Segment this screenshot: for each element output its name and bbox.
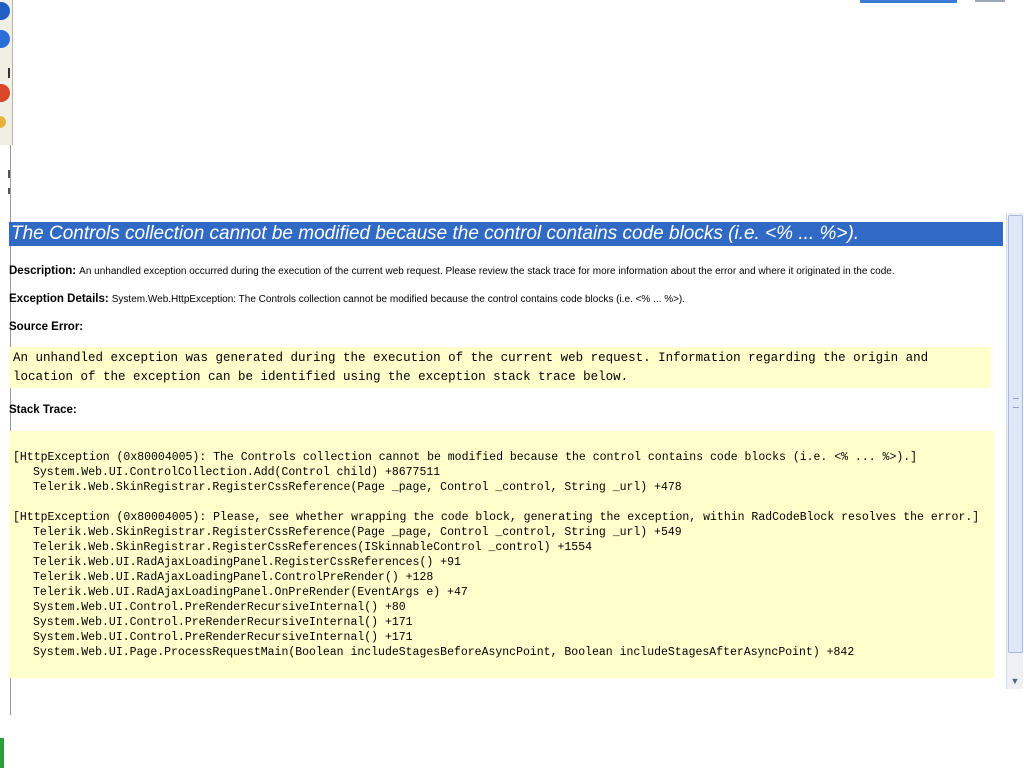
stack-frame: System.Web.UI.Control.PreRenderRecursive…: [33, 616, 413, 629]
error-title: The Controls collection cannot be modifi…: [9, 222, 1003, 246]
menu-edge-mark: [8, 68, 10, 78]
exception-details-label: Exception Details:: [9, 293, 109, 305]
stack-frame: Telerik.Web.UI.RadAjaxLoadingPanel.Regis…: [33, 556, 461, 569]
exception-details-line: Exception Details: System.Web.HttpExcept…: [9, 292, 685, 307]
sidebar-edge-mark-2: [8, 188, 10, 194]
stack-frame: System.Web.UI.Control.PreRenderRecursive…: [33, 601, 406, 614]
window-titlebar-fragment: [860, 0, 957, 3]
scroll-down-arrow-icon[interactable]: ▼: [1008, 674, 1022, 688]
description-line: Description: An unhandled exception occu…: [9, 264, 895, 279]
stack-trace-box: [HttpException (0x80004005): The Control…: [9, 431, 994, 678]
stack-frame: Telerik.Web.UI.RadAjaxLoadingPanel.Contr…: [33, 571, 434, 584]
stack-exception-header: [HttpException (0x80004005): Please, see…: [13, 511, 980, 524]
source-error-line: location of the exception can be identif…: [13, 370, 629, 384]
description-text: An unhandled exception occurred during t…: [79, 266, 895, 277]
exception-details-text: System.Web.HttpException: The Controls c…: [111, 294, 686, 305]
scrollbar-grip-icon: [1013, 398, 1019, 408]
stack-exception-header: [HttpException (0x80004005): The Control…: [13, 451, 918, 464]
window-controls-fragment[interactable]: [975, 0, 1005, 2]
stack-trace-heading: Stack Trace:: [9, 403, 77, 417]
stack-frame: System.Web.UI.Control.PreRenderRecursive…: [33, 631, 413, 644]
error-page: The Controls collection cannot be modifi…: [9, 222, 1003, 678]
start-button-edge[interactable]: [0, 738, 4, 768]
sidebar-edge-mark: [8, 170, 10, 178]
scrollbar-thumb[interactable]: [1008, 215, 1023, 653]
stack-frame: Telerik.Web.SkinRegistrar.RegisterCssRef…: [33, 481, 682, 494]
source-error-label: Source Error:: [9, 321, 84, 333]
stack-frame: Telerik.Web.SkinRegistrar.RegisterCssRef…: [33, 526, 682, 539]
stack-frame: Telerik.Web.SkinRegistrar.RegisterCssRef…: [33, 541, 592, 554]
vertical-scrollbar[interactable]: ▼: [1006, 213, 1023, 689]
description-label: Description:: [9, 265, 77, 277]
stack-frame: System.Web.UI.Page.ProcessRequestMain(Bo…: [33, 646, 855, 659]
stack-frame: System.Web.UI.ControlCollection.Add(Cont…: [33, 466, 441, 479]
source-error-line: An unhandled exception was generated dur…: [13, 351, 929, 365]
stack-frame: Telerik.Web.UI.RadAjaxLoadingPanel.OnPre…: [33, 586, 468, 599]
source-error-box: An unhandled exception was generated dur…: [9, 347, 991, 388]
stack-spacer: [13, 495, 994, 510]
stack-trace-label: Stack Trace:: [9, 404, 77, 416]
source-error-heading: Source Error:: [9, 320, 83, 334]
